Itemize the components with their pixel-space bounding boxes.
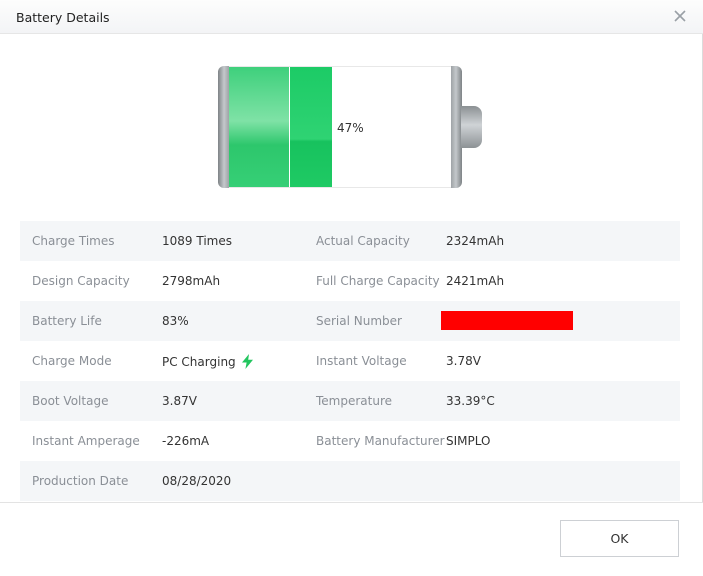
battery-details-dialog: Battery Details 47% Charge Times 1089 Ti… bbox=[0, 0, 703, 576]
battery-life-value: 83% bbox=[162, 314, 189, 328]
battery-life-label: Battery Life bbox=[32, 314, 102, 328]
dialog-footer: OK bbox=[0, 502, 703, 576]
battery-level-fill bbox=[229, 67, 333, 187]
dialog-title: Battery Details bbox=[16, 10, 110, 25]
charge-mode-label: Charge Mode bbox=[32, 354, 112, 368]
full-charge-capacity-value: 2421mAh bbox=[446, 274, 505, 288]
lightning-bolt-icon bbox=[241, 354, 253, 369]
charge-mode-value: PC Charging bbox=[162, 355, 236, 369]
dialog-titlebar: Battery Details bbox=[0, 0, 703, 34]
charge-times-value: 1089 Times bbox=[162, 234, 232, 248]
boot-voltage-label: Boot Voltage bbox=[32, 394, 109, 408]
battery-graphic: 47% bbox=[218, 66, 482, 188]
instant-voltage-value: 3.78V bbox=[446, 354, 481, 368]
production-date-label: Production Date bbox=[32, 474, 129, 488]
table-row: Design Capacity 2798mAh Full Charge Capa… bbox=[20, 261, 680, 301]
temperature-value: 33.39°C bbox=[446, 394, 495, 408]
table-row: Charge Times 1089 Times Actual Capacity … bbox=[20, 221, 680, 261]
battery-manufacturer-value: SIMPLO bbox=[446, 434, 491, 448]
temperature-label: Temperature bbox=[316, 394, 393, 408]
boot-voltage-value: 3.87V bbox=[162, 394, 197, 408]
battery-cell bbox=[290, 67, 332, 187]
production-date-value: 08/28/2020 bbox=[162, 474, 232, 488]
battery-left-cap bbox=[218, 66, 229, 188]
battery-details-table: Charge Times 1089 Times Actual Capacity … bbox=[20, 221, 680, 501]
instant-amperage-value: -226mA bbox=[162, 434, 210, 448]
instant-voltage-label: Instant Voltage bbox=[316, 354, 407, 368]
full-charge-capacity-label: Full Charge Capacity bbox=[316, 274, 440, 288]
ok-button[interactable]: OK bbox=[560, 520, 679, 557]
close-icon[interactable] bbox=[670, 6, 690, 26]
battery-percent-text: 47% bbox=[337, 121, 364, 135]
battery-terminal bbox=[461, 106, 482, 148]
table-row: Instant Amperage -226mA Battery Manufact… bbox=[20, 421, 680, 461]
charge-times-label: Charge Times bbox=[32, 234, 115, 248]
design-capacity-value: 2798mAh bbox=[162, 274, 221, 288]
table-row: Boot Voltage 3.87V Temperature 33.39°C bbox=[20, 381, 680, 421]
instant-amperage-label: Instant Amperage bbox=[32, 434, 140, 448]
battery-cell bbox=[229, 67, 289, 187]
design-capacity-label: Design Capacity bbox=[32, 274, 130, 288]
table-row: Production Date 08/28/2020 bbox=[20, 461, 680, 501]
actual-capacity-value: 2324mAh bbox=[446, 234, 505, 248]
serial-number-label: Serial Number bbox=[316, 314, 402, 328]
table-row: Battery Life 83% Serial Number bbox=[20, 301, 680, 341]
serial-number-redaction bbox=[441, 311, 573, 330]
table-row: Charge Mode PC Charging Instant Voltage … bbox=[20, 341, 680, 381]
actual-capacity-label: Actual Capacity bbox=[316, 234, 410, 248]
battery-manufacturer-label: Battery Manufacturer bbox=[316, 434, 445, 448]
charge-mode-value-wrap: PC Charging bbox=[162, 354, 253, 369]
